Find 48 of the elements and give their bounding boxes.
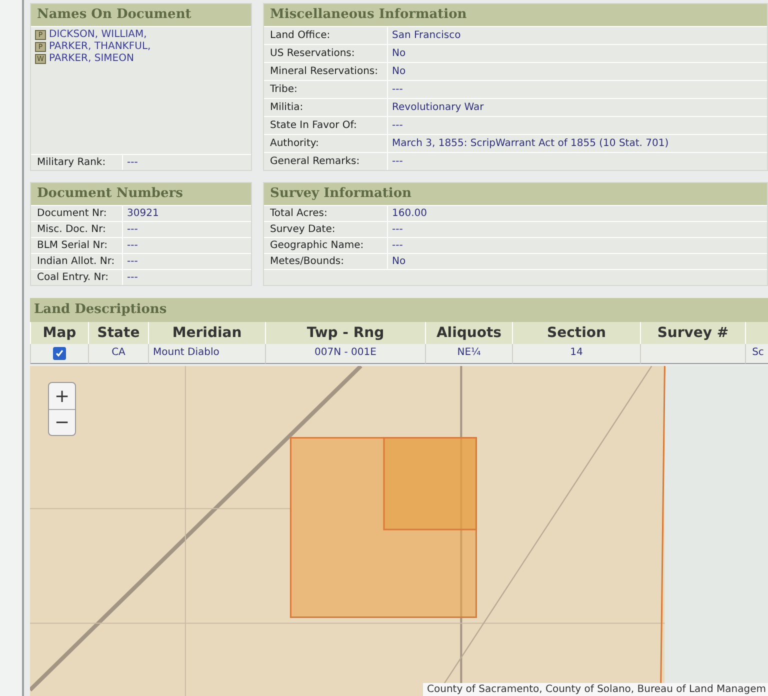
field-value: San Francisco <box>391 29 462 42</box>
field-label: Coal Entry. Nr: <box>31 270 123 285</box>
column-header: Meridian <box>148 322 265 344</box>
table-header-cell <box>745 322 768 344</box>
panel-title: Land Descriptions <box>30 298 768 322</box>
column-header: Twp - Rng <box>265 322 425 344</box>
field-value: --- <box>126 255 139 268</box>
table-cell: Sc <box>745 344 768 364</box>
name-link[interactable]: PARKER, THANKFUL, <box>49 41 151 53</box>
column-header: Section <box>512 322 640 344</box>
panel-title: Miscellaneous Information <box>264 4 767 26</box>
field-value: --- <box>391 119 404 132</box>
zoom-in-button[interactable]: + <box>49 383 75 409</box>
field-value: --- <box>391 83 404 96</box>
table-cell: Mount Diablo <box>148 344 265 364</box>
panel-title: Document Numbers <box>31 183 251 205</box>
field-label: Military Rank: <box>31 155 123 170</box>
name-link[interactable]: DICKSON, WILLIAM, <box>49 29 147 41</box>
field-value: 30921 <box>126 207 160 220</box>
field-value: 160.00 <box>391 207 428 220</box>
field-value: March 3, 1855: ScripWarrant Act of 1855 (10 Stat. 701) <box>391 137 670 150</box>
field-value: --- <box>126 223 139 236</box>
column-header: Survey # <box>640 322 745 344</box>
table-cell: NE¼ <box>425 344 512 364</box>
map-checkbox[interactable] <box>53 347 66 360</box>
field-value: --- <box>391 223 404 236</box>
column-header: Aliquots <box>425 322 512 344</box>
field-value: --- <box>126 239 139 252</box>
field-value: --- <box>391 155 404 168</box>
map-attribution: County of Sacramento, County of Solano, Bureau of Land Managem <box>423 683 768 696</box>
field-value: No <box>391 255 407 268</box>
panel-title: Survey Information <box>264 183 767 205</box>
field-value: --- <box>126 156 139 169</box>
zoom-out-button[interactable]: − <box>49 409 75 435</box>
field-value: --- <box>126 271 139 284</box>
field-value: No <box>391 65 407 78</box>
column-header: State <box>88 322 148 344</box>
field-value: Revolutionary War <box>391 101 485 114</box>
table-cell: 007N - 001E <box>265 344 425 364</box>
field-label: General Remarks: <box>264 153 388 170</box>
table-cell: CA <box>88 344 148 364</box>
checkmark-icon <box>55 349 64 358</box>
field-value: No <box>391 47 407 60</box>
panel-title: Names On Document <box>31 4 251 26</box>
column-header: Map <box>30 322 88 344</box>
field-value: --- <box>391 239 404 252</box>
table-cell: 14 <box>512 344 640 364</box>
name-link[interactable]: PARKER, SIMEON <box>49 53 134 65</box>
